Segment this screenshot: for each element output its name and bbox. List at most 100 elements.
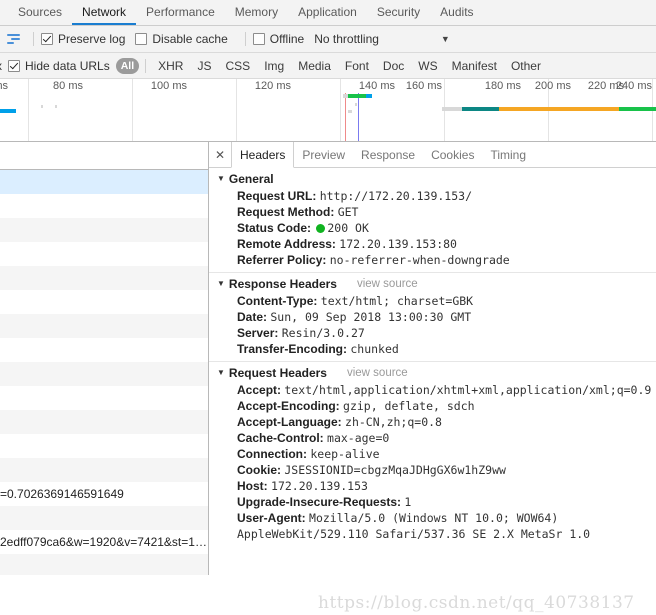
- devtools-tab-security[interactable]: Security: [367, 0, 430, 25]
- header-value: zh-CN,zh;q=0.8: [345, 415, 442, 429]
- devtools-tab-application[interactable]: Application: [288, 0, 367, 25]
- overview-bar-long-grey: [442, 107, 462, 111]
- request-row[interactable]: [0, 386, 208, 410]
- request-row[interactable]: [0, 506, 208, 530]
- hide-data-urls-checkbox[interactable]: Hide data URLs: [8, 59, 110, 73]
- filter-type-doc[interactable]: Doc: [377, 58, 410, 74]
- network-overview-timeline[interactable]: ms 80 ms 100 ms 120 ms 140 ms 160 ms 180 ms 200…: [0, 79, 656, 142]
- header-name: Remote Address:: [237, 237, 336, 251]
- headers-section-title: Response Headers: [228, 277, 337, 291]
- view-source-link[interactable]: view source: [357, 278, 418, 290]
- filter-type-ws[interactable]: WS: [412, 58, 443, 74]
- overview-bar-first: [0, 109, 16, 113]
- overview-tick-label: 80 ms: [53, 80, 83, 92]
- offline-checkbox[interactable]: Offline: [252, 32, 304, 46]
- request-row[interactable]: [0, 314, 208, 338]
- detail-tab-preview[interactable]: Preview: [294, 142, 353, 167]
- filter-type-all[interactable]: All: [115, 57, 140, 74]
- request-row[interactable]: [0, 554, 208, 575]
- headers-view[interactable]: ▼ General Request URL: http://172.20.139.1…: [209, 168, 656, 575]
- devtools-tab-performance[interactable]: Performance: [136, 0, 225, 25]
- request-row[interactable]: [0, 338, 208, 362]
- devtools-tab-sources[interactable]: Sources: [8, 0, 72, 25]
- filter-type-xhr[interactable]: XHR: [152, 58, 189, 74]
- header-value: text/html; charset=GBK: [320, 294, 474, 308]
- throttling-select-value[interactable]: No throttling: [314, 32, 379, 46]
- headers-section-header[interactable]: ▼ General: [209, 171, 656, 188]
- devtools-tab-memory[interactable]: Memory: [225, 0, 288, 25]
- detail-tab-cookies[interactable]: Cookies: [423, 142, 482, 167]
- hide-data-urls-label: Hide data URLs: [25, 58, 110, 73]
- preserve-log-label: Preserve log: [58, 32, 126, 46]
- overview-gridline: [340, 79, 341, 141]
- detail-tab-headers[interactable]: Headers: [231, 142, 295, 168]
- header-row: Connection: keep-alive: [209, 446, 656, 462]
- preserve-log-checkbox[interactable]: Preserve log: [41, 32, 125, 46]
- status-ok-icon: [316, 224, 326, 233]
- close-icon[interactable]: ✕: [209, 142, 231, 167]
- header-name: Referrer Policy:: [237, 253, 327, 267]
- request-row[interactable]: [0, 362, 208, 386]
- request-row[interactable]: [0, 242, 208, 266]
- header-name: Server:: [237, 326, 279, 340]
- headers-section-header[interactable]: ▼ Response Headers view source: [209, 276, 656, 293]
- headers-section-title: Request Headers: [228, 366, 327, 380]
- header-name: Request Method:: [237, 205, 335, 219]
- filter-type-font[interactable]: Font: [339, 58, 375, 74]
- request-row[interactable]: [0, 218, 208, 242]
- header-value: gzip, deflate, sdch: [343, 399, 475, 413]
- headers-section-title: General: [228, 172, 274, 186]
- chevron-down-icon[interactable]: ▼: [441, 34, 450, 44]
- disable-cache-label: Disable cache: [152, 32, 228, 46]
- overview-bar-long-green: [619, 107, 656, 111]
- header-value: Sun, 09 Sep 2018 13:00:30 GMT: [270, 310, 472, 324]
- disable-cache-checkbox[interactable]: Disable cache: [135, 32, 228, 46]
- filter-type-img[interactable]: Img: [258, 58, 290, 74]
- request-list-header[interactable]: [0, 142, 208, 170]
- overview-request-dot: [55, 105, 57, 108]
- request-list[interactable]: =0.7026369146591649 2edff079ca6&w=1920&v=…: [0, 142, 209, 575]
- overview-gridline: [28, 79, 29, 141]
- header-row: Remote Address: 172.20.139.153:80: [209, 236, 656, 252]
- request-row[interactable]: [0, 266, 208, 290]
- request-row[interactable]: [0, 458, 208, 482]
- filter-type-other[interactable]: Other: [505, 58, 547, 74]
- devtools-panel-tabbar: Sources Network Performance Memory Applicati…: [0, 0, 656, 26]
- overview-tick-label: 240 ms: [615, 80, 652, 92]
- network-toolbar: Preserve log Disable cache Offline No th…: [0, 26, 656, 53]
- header-value: no-referrer-when-downgrade: [329, 253, 510, 267]
- request-row[interactable]: [0, 290, 208, 314]
- request-row[interactable]: [0, 194, 208, 218]
- filter-type-css[interactable]: CSS: [220, 58, 257, 74]
- request-row[interactable]: =0.7026369146591649: [0, 482, 208, 506]
- overview-gridline: [132, 79, 133, 141]
- request-row[interactable]: [0, 170, 208, 194]
- header-row: Accept-Language: zh-CN,zh;q=0.8: [209, 414, 656, 430]
- view-source-link[interactable]: view source: [347, 367, 408, 379]
- request-row[interactable]: [0, 434, 208, 458]
- headers-section-header[interactable]: ▼ Request Headers view source: [209, 365, 656, 382]
- triangle-down-icon: ▼: [217, 279, 225, 288]
- overview-request-dot: [41, 105, 43, 108]
- header-name: Content-Type:: [237, 294, 318, 308]
- filter-type-js[interactable]: JS: [191, 58, 217, 74]
- detail-tab-timing[interactable]: Timing: [482, 142, 534, 167]
- header-value: keep-alive: [310, 447, 380, 461]
- hide-data-urls-checkbox-box: [8, 59, 20, 72]
- header-row: Content-Type: text/html; charset=GBK: [209, 293, 656, 309]
- devtools-tab-audits[interactable]: Audits: [430, 0, 483, 25]
- devtools-tab-network[interactable]: Network: [72, 0, 137, 25]
- detail-tab-response[interactable]: Response: [353, 142, 423, 167]
- filter-type-media[interactable]: Media: [292, 58, 337, 74]
- request-row[interactable]: [0, 410, 208, 434]
- filter-type-manifest[interactable]: Manifest: [446, 58, 503, 74]
- overview-tick-label: 120 ms: [254, 80, 291, 92]
- preserve-log-checkbox-box: [41, 33, 53, 45]
- headers-section: ▼ General Request URL: http://172.20.139.1…: [209, 168, 656, 273]
- overview-gridline: [236, 79, 237, 141]
- record-network-log-icon[interactable]: [7, 32, 23, 46]
- toolbar-divider: [33, 32, 34, 46]
- request-row[interactable]: 2edff079ca6&w=1920&v=7421&st=1…: [0, 530, 208, 554]
- header-name: Request URL:: [237, 189, 317, 203]
- header-name: Status Code:: [237, 221, 312, 235]
